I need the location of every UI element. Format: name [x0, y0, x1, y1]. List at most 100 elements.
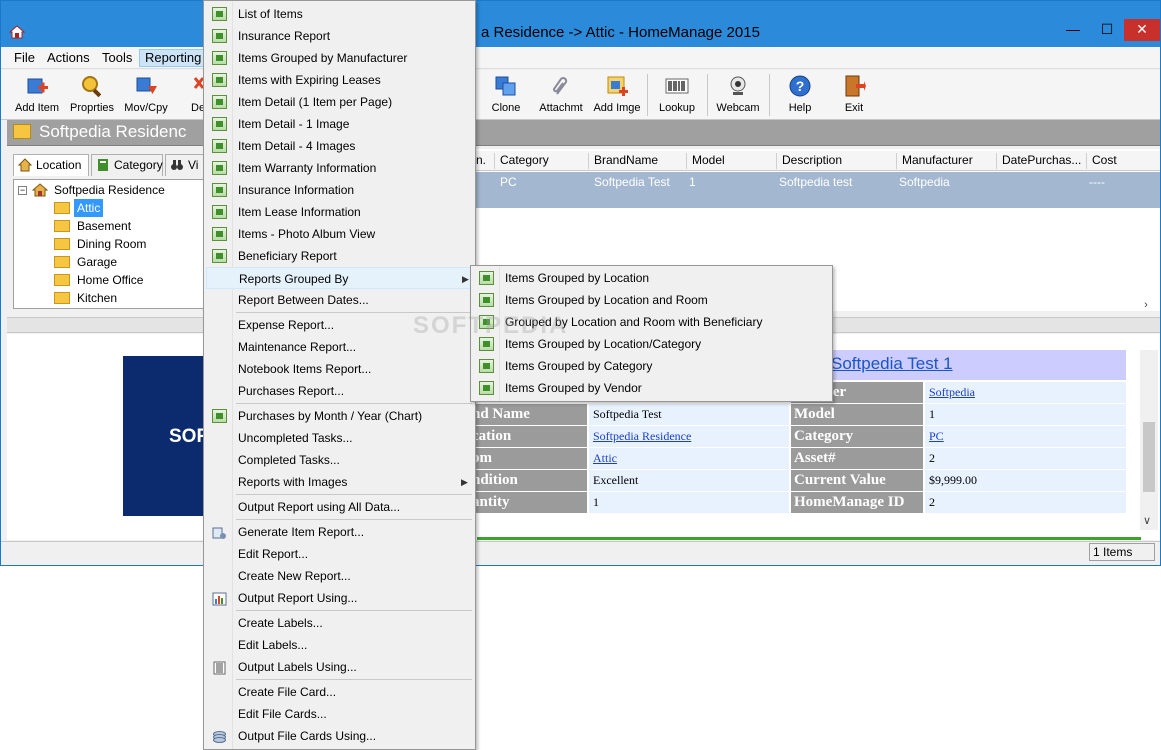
- collapse-toggle[interactable]: −: [18, 186, 27, 195]
- menu-item-reports-grouped-by[interactable]: Reports Grouped By ▶: [206, 267, 473, 289]
- tree-node-kitchen[interactable]: Kitchen: [54, 289, 204, 307]
- add-item-button[interactable]: Add Item: [9, 72, 65, 118]
- properties-button[interactable]: Proprties: [65, 72, 119, 118]
- menu-item-edit-report[interactable]: Edit Report...: [206, 543, 473, 565]
- tab-category[interactable]: Category: [91, 154, 163, 176]
- tree-node-basement[interactable]: Basement: [54, 217, 204, 235]
- menu-item-report-between-dates[interactable]: Report Between Dates...: [206, 289, 473, 311]
- generate-report-icon: [212, 525, 227, 539]
- column-header-date-purchased[interactable]: DatePurchas...: [997, 153, 1087, 169]
- menu-item-uncompleted-tasks[interactable]: Uncompleted Tasks...: [206, 427, 473, 449]
- tab-location-label: Location: [36, 158, 82, 172]
- detail-value-link[interactable]: Softpedia: [925, 382, 1126, 403]
- add-image-icon: [605, 74, 629, 98]
- scrollbar-thumb[interactable]: [1143, 422, 1155, 492]
- menu-item-create-file-card[interactable]: Create File Card...: [206, 681, 473, 703]
- attachment-button[interactable]: Attachmt: [535, 72, 587, 118]
- minimize-button[interactable]: —: [1056, 19, 1090, 41]
- add-image-button[interactable]: Add Imge: [591, 72, 643, 118]
- detail-value-link[interactable]: Attic: [589, 448, 789, 469]
- menu-item-list-of-items[interactable]: List of Items: [206, 3, 473, 25]
- close-button[interactable]: ✕: [1124, 19, 1160, 41]
- tree-node-attic[interactable]: Attic: [54, 199, 204, 217]
- help-button[interactable]: ? Help: [777, 72, 823, 118]
- title-bar[interactable]: a Residence -> Attic - HomeManage 2015 —…: [1, 1, 1160, 47]
- detail-scrollbar[interactable]: ∨: [1140, 350, 1158, 530]
- menu-tools[interactable]: Tools: [97, 49, 137, 67]
- menu-item-reports-with-images[interactable]: Reports with Images ▶: [206, 471, 473, 493]
- menu-item-create-new-report[interactable]: Create New Report...: [206, 565, 473, 587]
- menu-item-create-labels[interactable]: Create Labels...: [206, 612, 473, 634]
- menu-item-item-detail-1-image[interactable]: Item Detail - 1 Image: [206, 113, 473, 135]
- scroll-down-arrow[interactable]: ∨: [1143, 514, 1151, 527]
- column-header-category[interactable]: Category: [495, 153, 589, 169]
- menu-item-edit-file-cards[interactable]: Edit File Cards...: [206, 703, 473, 725]
- menu-reporting[interactable]: Reporting: [139, 49, 208, 67]
- submenu-item-items-grouped-by-category[interactable]: Items Grouped by Category: [473, 355, 830, 377]
- menu-item-notebook-items-report[interactable]: Notebook Items Report...: [206, 358, 473, 380]
- menu-item-purchases-report[interactable]: Purchases Report...: [206, 380, 473, 402]
- tree-node-garage[interactable]: Garage: [54, 253, 204, 271]
- table-row[interactable]: PC Softpedia Test 1 Softpedia test Softp…: [471, 172, 1160, 208]
- column-header-model[interactable]: Model: [687, 153, 777, 169]
- tab-location[interactable]: Location: [13, 154, 89, 176]
- scroll-right-arrow[interactable]: ›: [1136, 299, 1156, 313]
- detail-value-link[interactable]: PC: [925, 426, 1126, 447]
- menu-item-items-photo-album-view[interactable]: Items - Photo Album View: [206, 223, 473, 245]
- menu-item-item-detail-1-item-per-page[interactable]: Item Detail (1 Item per Page): [206, 91, 473, 113]
- cell-brandname: Softpedia Test: [594, 175, 670, 189]
- svg-text:?: ?: [796, 78, 805, 94]
- column-header-manufacturer[interactable]: Manufacturer: [897, 153, 997, 169]
- submenu-item-items-grouped-by-location-and-room[interactable]: Items Grouped by Location and Room: [473, 289, 830, 311]
- submenu-item-items-grouped-by-vendor[interactable]: Items Grouped by Vendor: [473, 377, 830, 399]
- column-header-cost[interactable]: Cost: [1087, 153, 1160, 169]
- menu-item-insurance-report[interactable]: Insurance Report: [206, 25, 473, 47]
- menu-item-item-warranty-information[interactable]: Item Warranty Information: [206, 157, 473, 179]
- menu-item-output-report-using-all-data[interactable]: Output Report using All Data...: [206, 496, 473, 518]
- menu-item-insurance-information[interactable]: Insurance Information: [206, 179, 473, 201]
- paperclip-icon: [549, 74, 573, 98]
- menu-item-beneficiary-report[interactable]: Beneficiary Report: [206, 245, 473, 267]
- menu-item-output-report-using[interactable]: Output Report Using...: [206, 587, 473, 609]
- menu-file[interactable]: File: [9, 49, 40, 67]
- menu-item-completed-tasks[interactable]: Completed Tasks...: [206, 449, 473, 471]
- detail-title-link[interactable]: Softpedia Test 1: [831, 354, 953, 374]
- detail-value: 2: [925, 448, 1126, 469]
- clone-button[interactable]: Clone: [483, 72, 529, 118]
- tree-node-dining-room[interactable]: Dining Room: [54, 235, 204, 253]
- maximize-button[interactable]: ☐: [1090, 19, 1124, 41]
- menu-item-label: Create New Report...: [238, 569, 351, 583]
- menu-item-output-labels-using[interactable]: Output Labels Using...: [206, 656, 473, 678]
- submenu-item-label: Items Grouped by Location and Room: [505, 293, 708, 307]
- app-icon[interactable]: [8, 25, 26, 39]
- webcam-button[interactable]: Webcam: [713, 72, 763, 118]
- tree-root[interactable]: Softpedia Residence: [54, 181, 165, 199]
- menu-item-output-file-cards-using[interactable]: Output File Cards Using...: [206, 725, 473, 747]
- webcam-icon: [726, 74, 750, 98]
- menu-item-edit-labels[interactable]: Edit Labels...: [206, 634, 473, 656]
- exit-button[interactable]: Exit: [831, 72, 877, 118]
- menu-item-items-with-expiring-leases[interactable]: Items with Expiring Leases: [206, 69, 473, 91]
- delete-button[interactable]: De: [179, 72, 205, 118]
- report-icon: [212, 183, 227, 197]
- column-header-description[interactable]: Description: [777, 153, 897, 169]
- menu-item-items-grouped-by-manufacturer[interactable]: Items Grouped by Manufacturer: [206, 47, 473, 69]
- menu-item-item-lease-information[interactable]: Item Lease Information: [206, 201, 473, 223]
- cell-category: PC: [500, 175, 517, 189]
- menu-actions[interactable]: Actions: [42, 49, 95, 67]
- menu-item-label: Item Warranty Information: [238, 161, 377, 175]
- report-icon: [479, 293, 494, 307]
- tree-node-home-office[interactable]: Home Office: [54, 271, 204, 289]
- detail-value-link[interactable]: Softpedia Residence: [589, 426, 789, 447]
- tab-view[interactable]: Vi: [165, 154, 205, 176]
- file-cards-icon: [212, 729, 227, 743]
- column-header-brandname[interactable]: BrandName: [589, 153, 687, 169]
- lookup-button[interactable]: Lookup: [653, 72, 701, 118]
- submenu-item-items-grouped-by-location[interactable]: Items Grouped by Location: [473, 267, 830, 289]
- move-copy-button[interactable]: Mov/Cpy: [119, 72, 173, 118]
- menu-item-purchases-by-month-year-chart[interactable]: Purchases by Month / Year (Chart): [206, 405, 473, 427]
- submenu-arrow-icon: ▶: [462, 274, 469, 284]
- tree-node-label: Dining Room: [77, 237, 147, 251]
- menu-item-item-detail-4-images[interactable]: Item Detail - 4 Images: [206, 135, 473, 157]
- menu-item-generate-item-report[interactable]: Generate Item Report...: [206, 521, 473, 543]
